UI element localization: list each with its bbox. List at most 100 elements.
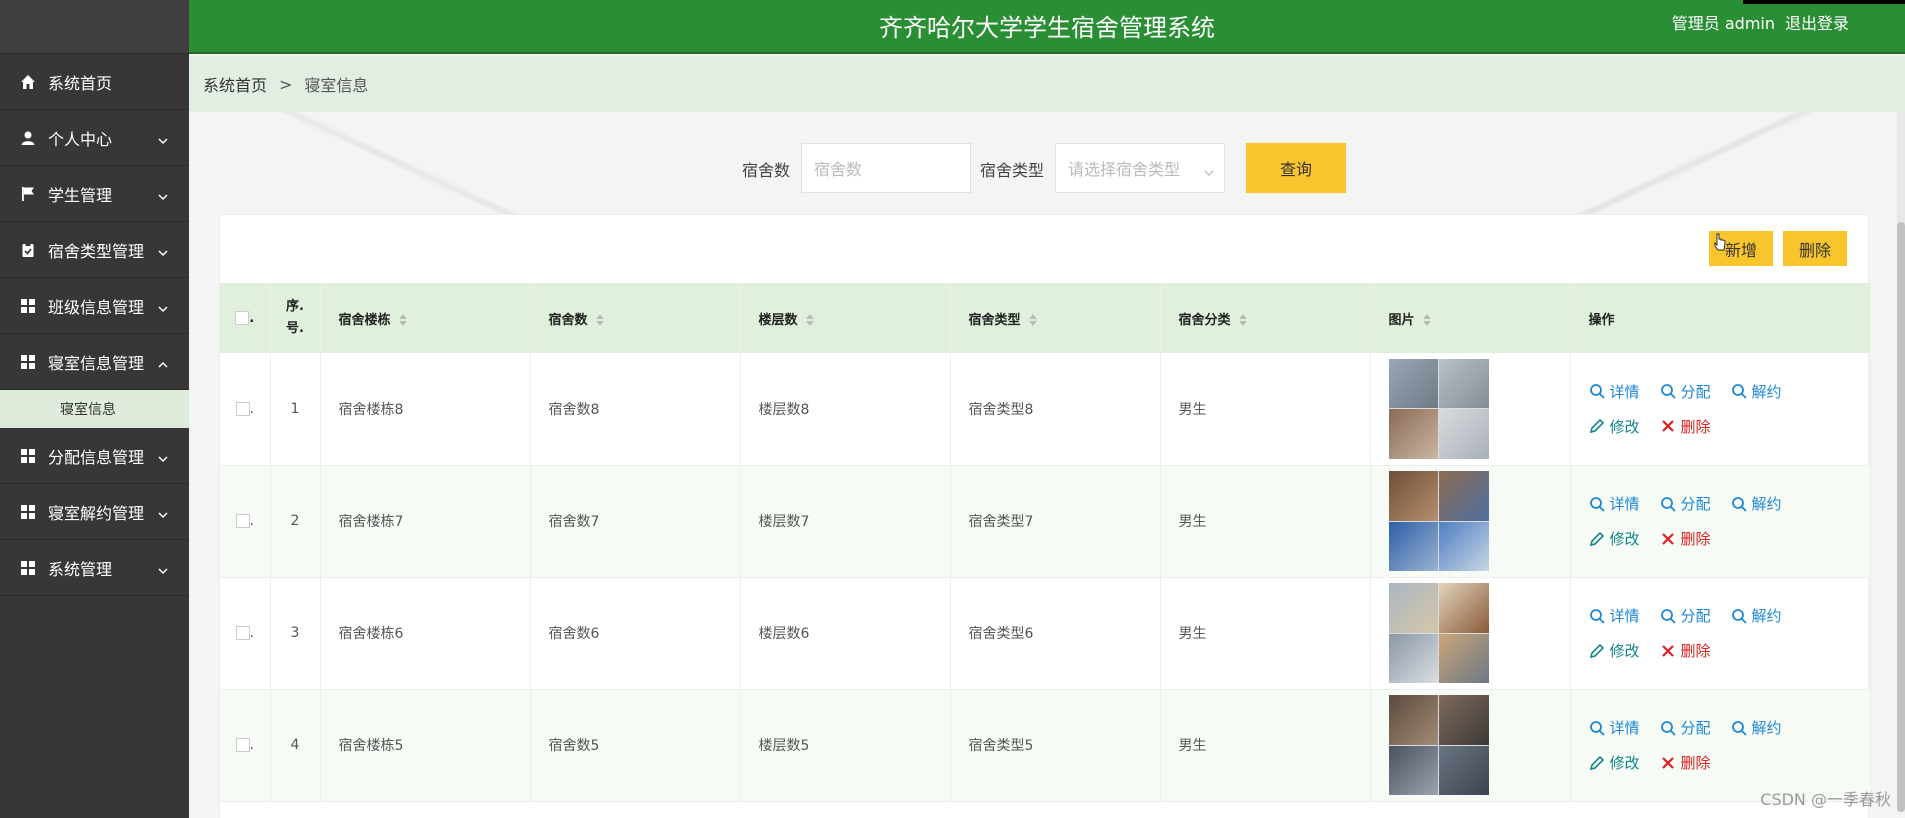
- sidebar-item-dorm-type-management[interactable]: 宿舍类型管理: [0, 222, 189, 278]
- search-icon: [1660, 720, 1676, 736]
- edit-button[interactable]: 修改: [1589, 640, 1640, 661]
- dorm-count-label: 宿舍数: [742, 161, 791, 180]
- sidebar-item-label: 寝室解约管理: [48, 503, 145, 523]
- sidebar-item-student-management[interactable]: 学生管理: [0, 166, 189, 222]
- delete-label: 删除: [1680, 754, 1711, 772]
- room-photo[interactable]: [1388, 358, 1489, 459]
- floors-header[interactable]: 楼层数: [740, 283, 951, 353]
- select-all-checkbox[interactable]: [235, 311, 250, 325]
- floors-cell: 楼层数8: [740, 353, 951, 466]
- row-checkbox[interactable]: [235, 514, 250, 528]
- pencil-icon: [1589, 643, 1604, 658]
- edit-label: 修改: [1609, 754, 1640, 772]
- top-header: 齐齐哈尔大学学生宿舍管理系统 管理员 admin 退出登录: [189, 0, 1905, 54]
- sort-icon[interactable]: [805, 314, 814, 326]
- sidebar-item-room-cancel-management[interactable]: 寝室解约管理: [0, 484, 189, 540]
- table-row: . 2 宿舍楼栋7 宿舍数7 楼层数7 宿舍类型7 男生 详情 分配 解约 修改…: [220, 465, 1871, 578]
- building-header[interactable]: 宿舍楼栋: [320, 283, 531, 353]
- breadcrumb-home[interactable]: 系统首页: [203, 72, 267, 96]
- grid-icon: [20, 298, 36, 314]
- search-icon: [1589, 608, 1605, 624]
- assign-button[interactable]: 分配: [1660, 717, 1711, 738]
- row-select-cell[interactable]: .: [220, 465, 271, 578]
- sidebar-logo-area: [0, 0, 189, 54]
- sort-icon[interactable]: [595, 314, 604, 326]
- row-delete-button[interactable]: 删除: [1660, 528, 1711, 549]
- row-delete-button[interactable]: 删除: [1660, 416, 1711, 437]
- dorm-count-header[interactable]: 宿舍数: [530, 283, 741, 353]
- detail-button[interactable]: 详情: [1589, 493, 1640, 514]
- edit-label: 修改: [1609, 417, 1640, 436]
- row-checkbox[interactable]: [235, 626, 250, 640]
- chevron-down-icon: [157, 132, 169, 144]
- cancel-contract-button[interactable]: 解约: [1731, 605, 1782, 626]
- room-photo[interactable]: [1388, 583, 1489, 683]
- sort-icon[interactable]: [1238, 314, 1247, 326]
- assign-button[interactable]: 分配: [1660, 381, 1711, 402]
- cancel-contract-button[interactable]: 解约: [1731, 717, 1782, 738]
- sort-icon[interactable]: [398, 314, 407, 326]
- sidebar-item-home[interactable]: 系统首页: [0, 54, 189, 110]
- row-checkbox[interactable]: [235, 401, 250, 416]
- sidebar-item-personal-center[interactable]: 个人中心: [0, 110, 189, 166]
- delete-button[interactable]: 删除: [1783, 231, 1847, 266]
- row-delete-button[interactable]: 删除: [1660, 752, 1711, 773]
- floors-cell: 楼层数7: [740, 465, 951, 578]
- row-select-cell[interactable]: .: [220, 689, 271, 802]
- grid-icon: [20, 560, 36, 576]
- assign-button[interactable]: 分配: [1660, 605, 1711, 626]
- cancel-contract-button[interactable]: 解约: [1731, 493, 1782, 514]
- sidebar-item-label: 系统管理: [48, 559, 113, 579]
- table-header-row: . 序. 号. 宿舍楼栋 宿舍数 楼层数 宿舍类型 宿舍分类 图片 操作: [220, 283, 1871, 353]
- edit-button[interactable]: 修改: [1589, 416, 1640, 437]
- checkbox-dot: .: [249, 737, 254, 753]
- assign-label: 分配: [1680, 607, 1711, 625]
- cancel-contract-button[interactable]: 解约: [1731, 381, 1782, 402]
- sidebar-item-label: 班级信息管理: [48, 297, 145, 317]
- edit-button[interactable]: 修改: [1589, 752, 1640, 773]
- row-select-cell[interactable]: .: [220, 577, 271, 690]
- page-scrollbar[interactable]: [1897, 112, 1905, 812]
- room-photo[interactable]: [1388, 695, 1489, 795]
- edit-button[interactable]: 修改: [1589, 528, 1640, 549]
- cancel-label: 解约: [1751, 607, 1782, 625]
- row-checkbox[interactable]: [235, 738, 250, 752]
- ops-cell: 详情 分配 解约 修改 删除: [1570, 689, 1871, 802]
- select-all-header[interactable]: .: [220, 283, 271, 353]
- sidebar-subitem-room-info[interactable]: 寝室信息: [0, 390, 189, 428]
- row-actions: 详情 分配 解约 修改 删除: [1589, 493, 1849, 549]
- detail-button[interactable]: 详情: [1589, 717, 1640, 738]
- user-icon: [20, 130, 36, 146]
- sort-icon[interactable]: [1422, 314, 1431, 326]
- row-select-cell[interactable]: .: [220, 353, 271, 466]
- row-delete-button[interactable]: 删除: [1660, 640, 1711, 661]
- main-content: 宿舍数 宿舍数 宿舍类型 请选择宿舍类型 查询 新增 删除 . 序. 号. 宿舍…: [189, 112, 1905, 818]
- delete-label: 删除: [1680, 642, 1711, 660]
- dorm-type-select[interactable]: 请选择宿舍类型: [1055, 143, 1225, 193]
- assign-button[interactable]: 分配: [1660, 493, 1711, 514]
- dorm-type-header[interactable]: 宿舍类型: [950, 283, 1161, 353]
- chevron-down-icon: [157, 300, 169, 312]
- edit-label: 修改: [1609, 530, 1640, 548]
- table-row: . 1 宿舍楼栋8 宿舍数8 楼层数8 宿舍类型8 男生 详情 分配 解约 修改…: [220, 353, 1871, 466]
- image-header[interactable]: 图片: [1370, 283, 1571, 353]
- image-cell: [1370, 577, 1571, 690]
- sidebar-item-system-management[interactable]: 系统管理: [0, 540, 189, 596]
- floors-cell: 楼层数5: [740, 689, 951, 802]
- category-header[interactable]: 宿舍分类: [1160, 283, 1371, 353]
- detail-button[interactable]: 详情: [1589, 381, 1640, 402]
- dorm-count-input[interactable]: 宿舍数: [801, 143, 971, 193]
- logout-link[interactable]: 退出登录: [1785, 10, 1849, 34]
- sort-icon[interactable]: [1028, 314, 1037, 326]
- sidebar-item-class-info-management[interactable]: 班级信息管理: [0, 278, 189, 334]
- query-button[interactable]: 查询: [1246, 143, 1346, 193]
- pencil-icon: [1589, 531, 1604, 546]
- detail-button[interactable]: 详情: [1589, 605, 1640, 626]
- assign-label: 分配: [1680, 719, 1711, 737]
- scrollbar-thumb[interactable]: [1897, 222, 1905, 812]
- sidebar-item-room-info-management[interactable]: 寝室信息管理: [0, 334, 189, 390]
- sidebar-item-assignment-management[interactable]: 分配信息管理: [0, 428, 189, 484]
- chevron-down-icon: [157, 562, 169, 574]
- category-cell: 男生: [1160, 353, 1371, 466]
- room-photo[interactable]: [1388, 471, 1489, 571]
